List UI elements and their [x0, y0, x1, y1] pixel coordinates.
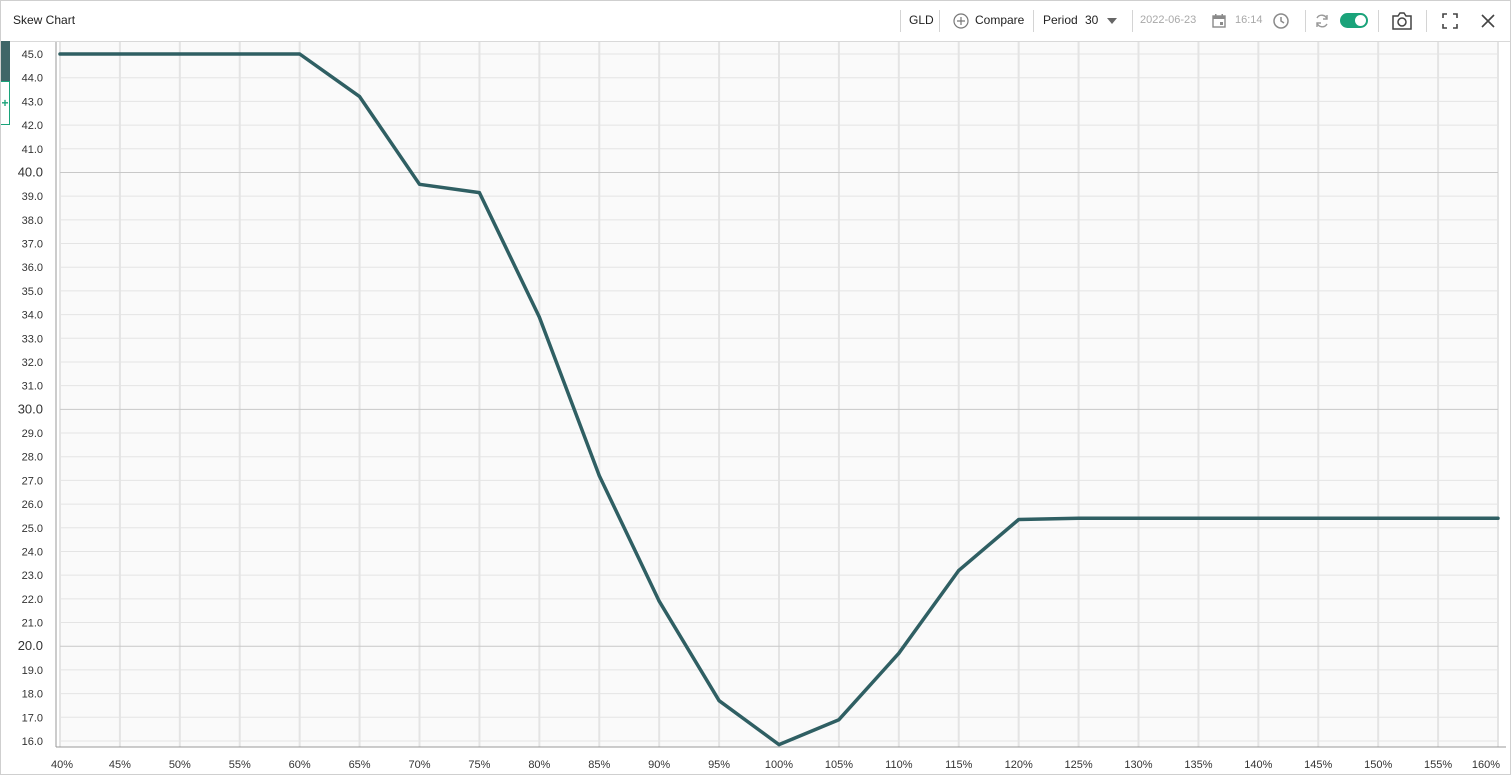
- x-tick-label: 90%: [648, 759, 670, 771]
- time-field[interactable]: 16:14: [1235, 14, 1263, 26]
- period-label: Period: [1043, 13, 1078, 27]
- data-point: [537, 315, 541, 319]
- x-tick-label: 70%: [408, 759, 430, 771]
- y-tick-label: 24.0: [22, 546, 43, 558]
- toolbar-divider: [1132, 10, 1133, 32]
- clock-icon[interactable]: [1271, 11, 1291, 31]
- y-tick-label: 18.0: [22, 689, 43, 701]
- y-tick-label: 31.0: [22, 381, 43, 393]
- x-tick-label: 150%: [1364, 759, 1392, 771]
- date-field[interactable]: 2022-06-23: [1140, 14, 1196, 26]
- y-tick-label: 30.0: [18, 401, 43, 416]
- data-point: [717, 699, 721, 703]
- y-tick-label: 25.0: [22, 523, 43, 535]
- x-tick-label: 140%: [1244, 759, 1272, 771]
- data-point: [777, 743, 781, 747]
- close-icon[interactable]: [1478, 11, 1498, 31]
- y-tick-label: 21.0: [22, 618, 43, 630]
- y-tick-label: 32.0: [22, 357, 43, 369]
- y-tick-label: 35.0: [22, 286, 43, 298]
- y-tick-label: 37.0: [22, 239, 43, 251]
- data-point: [837, 718, 841, 722]
- data-point: [1496, 516, 1500, 520]
- period-value[interactable]: 30: [1085, 13, 1098, 27]
- refresh-icon[interactable]: [1312, 11, 1332, 31]
- x-tick-label: 50%: [169, 759, 191, 771]
- fullscreen-icon[interactable]: [1440, 11, 1460, 31]
- y-tick-label: 42.0: [22, 120, 43, 132]
- x-tick-label: 95%: [708, 759, 730, 771]
- toolbar-divider: [1033, 10, 1034, 32]
- data-point: [358, 95, 362, 99]
- data-point: [1017, 518, 1021, 522]
- y-tick-label: 23.0: [22, 570, 43, 582]
- x-tick-label: 65%: [349, 759, 371, 771]
- x-tick-label: 40%: [51, 759, 73, 771]
- data-point: [1077, 516, 1081, 520]
- x-tick-label: 85%: [588, 759, 610, 771]
- data-point: [418, 182, 421, 186]
- data-point: [298, 52, 302, 56]
- data-point: [957, 568, 961, 572]
- x-tick-label: 110%: [885, 759, 913, 771]
- y-tick-label: 40.0: [18, 164, 43, 179]
- toolbar-divider: [939, 10, 940, 32]
- y-tick-label: 16.0: [22, 736, 43, 748]
- y-tick-label: 26.0: [22, 499, 43, 511]
- x-tick-label: 100%: [765, 759, 793, 771]
- y-tick-label: 20.0: [18, 638, 43, 653]
- y-tick-label: 27.0: [22, 475, 43, 487]
- toolbar-divider: [1378, 10, 1379, 32]
- y-tick-label: 45.0: [22, 49, 43, 61]
- x-tick-label: 105%: [825, 759, 853, 771]
- data-point: [58, 52, 62, 56]
- compare-button[interactable]: Compare: [975, 13, 1024, 27]
- data-point: [597, 474, 601, 478]
- x-tick-label: 75%: [468, 759, 490, 771]
- data-point: [477, 191, 481, 195]
- y-tick-label: 34.0: [22, 310, 43, 322]
- y-tick-label: 33.0: [22, 333, 43, 345]
- y-tick-label: 41.0: [22, 144, 43, 156]
- skew-chart-window: Skew Chart GLD Compare Period 30 2022-06…: [0, 0, 1511, 775]
- calendar-icon[interactable]: [1209, 11, 1229, 31]
- y-tick-label: 39.0: [22, 191, 43, 203]
- y-tick-label: 17.0: [22, 712, 43, 724]
- x-tick-label: 115%: [945, 759, 973, 771]
- y-tick-label: 43.0: [22, 96, 43, 108]
- x-tick-label: 120%: [1005, 759, 1033, 771]
- x-tick-label: 60%: [289, 759, 311, 771]
- x-tick-label: 145%: [1304, 759, 1332, 771]
- x-tick-label: 160%: [1472, 759, 1500, 771]
- y-tick-label: 28.0: [22, 452, 43, 464]
- y-tick-label: 44.0: [22, 73, 43, 85]
- x-tick-label: 80%: [528, 759, 550, 771]
- y-tick-label: 36.0: [22, 262, 43, 274]
- toolbar-divider: [1305, 10, 1306, 32]
- skew-chart: 40% 45% 50% 55% 60% 65% 70% 75% 80% 85% 90% 95% 100%…: [18, 42, 1506, 771]
- x-tick-label: 135%: [1184, 759, 1212, 771]
- toolbar-divider: [1426, 10, 1427, 32]
- window-title: Skew Chart: [13, 13, 76, 27]
- y-tick-label: 29.0: [22, 428, 43, 440]
- chevron-down-icon[interactable]: [1107, 18, 1117, 24]
- symbol-button[interactable]: GLD: [909, 13, 934, 27]
- x-tick-label: 155%: [1424, 759, 1452, 771]
- y-tick-label: 19.0: [22, 665, 43, 677]
- x-tick-label: 55%: [229, 759, 251, 771]
- x-tick-label: 130%: [1124, 759, 1152, 771]
- toggle-knob: [1355, 15, 1366, 26]
- data-point: [657, 599, 661, 603]
- toolbar-divider: [900, 10, 901, 32]
- camera-icon[interactable]: [1390, 10, 1414, 32]
- title-bar: Skew Chart GLD Compare Period 30 2022-06…: [1, 1, 1510, 42]
- x-tick-label: 125%: [1065, 759, 1093, 771]
- auto-refresh-toggle[interactable]: [1340, 13, 1368, 28]
- y-tick-label: 22.0: [22, 594, 43, 606]
- y-tick-label: 38.0: [22, 215, 43, 227]
- add-circle-icon[interactable]: [951, 11, 971, 31]
- x-tick-label: 45%: [109, 759, 131, 771]
- data-point: [897, 651, 901, 655]
